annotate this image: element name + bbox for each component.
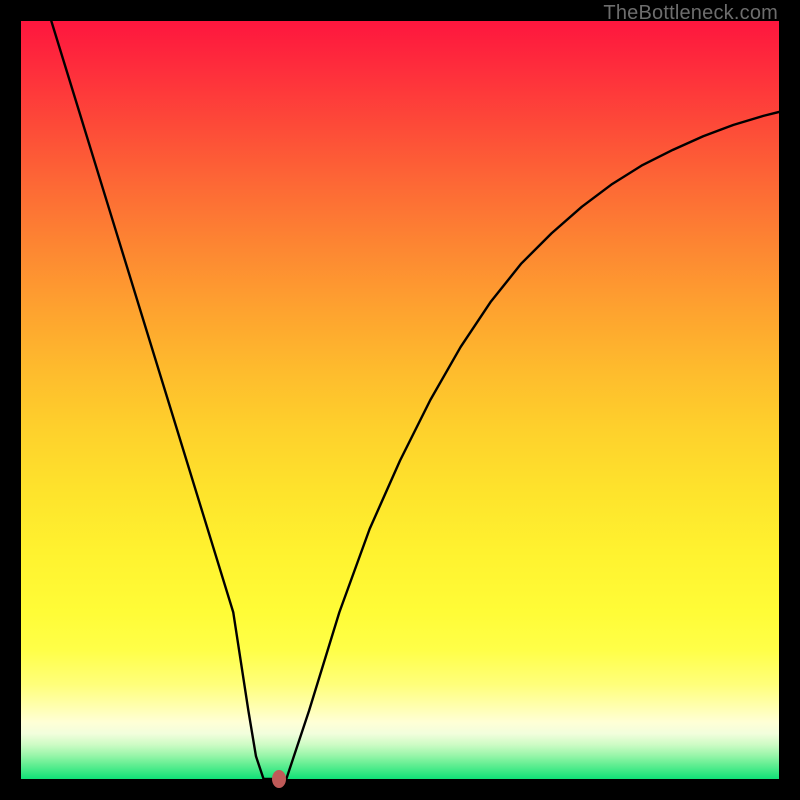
gradient-background <box>21 21 779 779</box>
chart-frame <box>21 21 779 779</box>
chart-svg <box>21 21 779 779</box>
